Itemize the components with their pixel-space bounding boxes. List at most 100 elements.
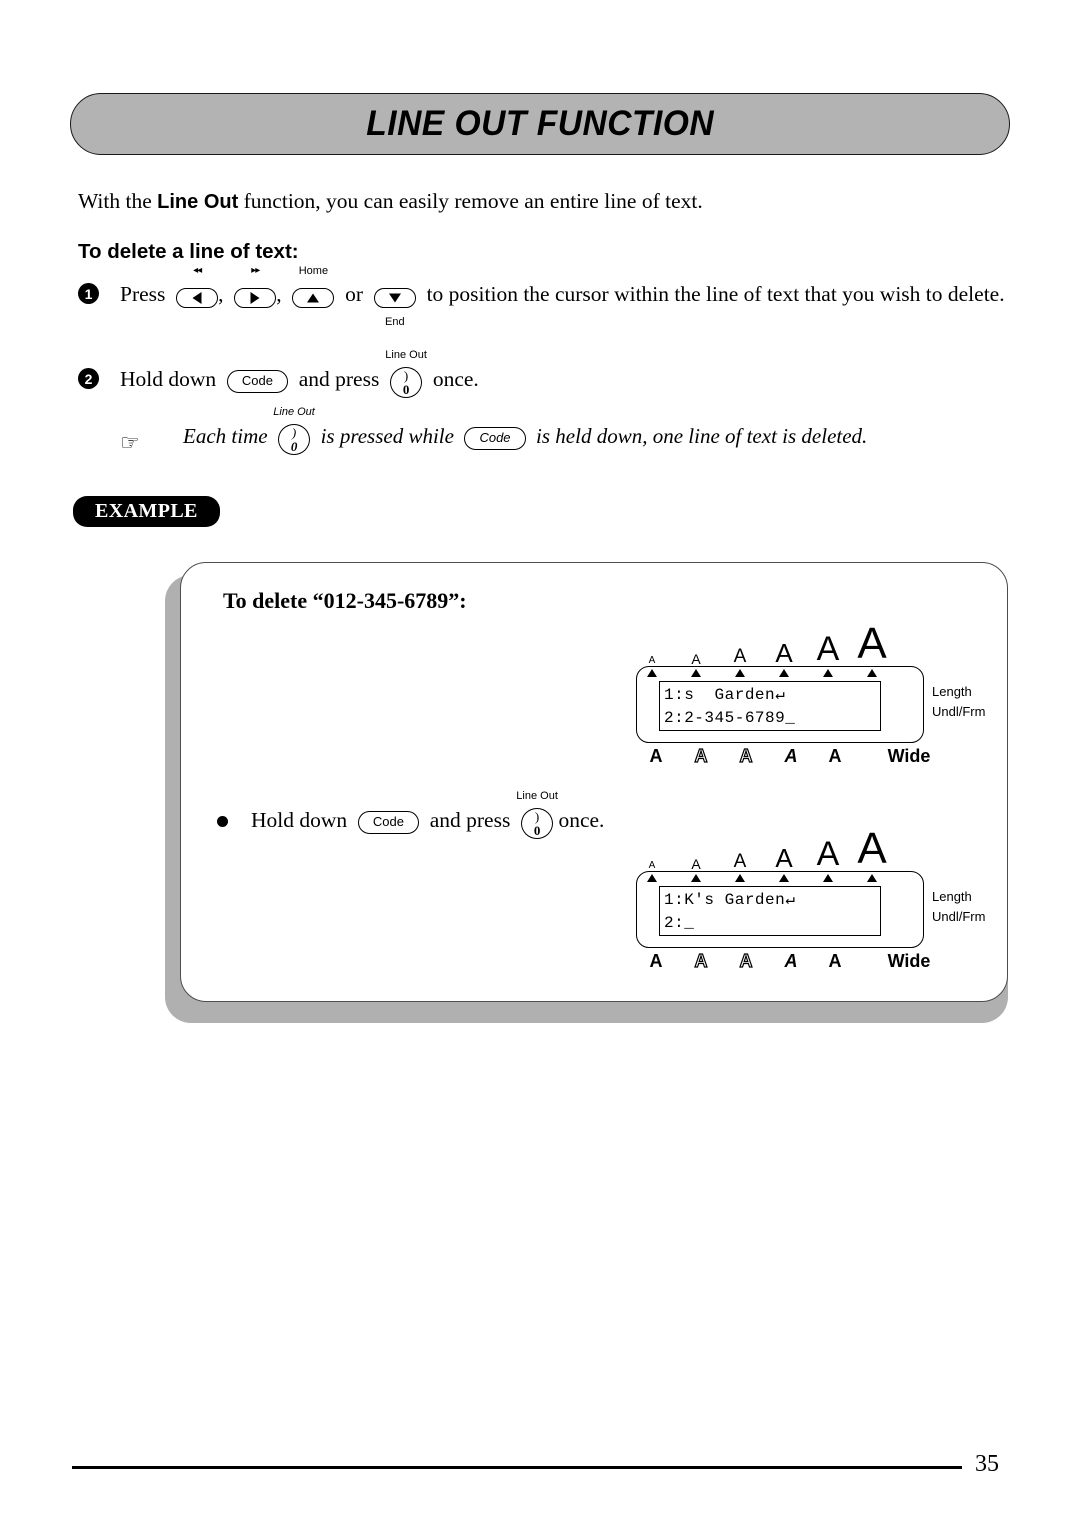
style-indicator-vertical: A: [828, 746, 842, 766]
size-marker-triangle: [691, 669, 701, 677]
example-key-code-button[interactable]: Code: [357, 810, 419, 834]
line-out-key-icon: ) 0: [390, 366, 423, 398]
step-2-body: Hold down Code and press Line Out ) 0 once…: [120, 349, 678, 398]
example-key-line-out-bottom: 0: [533, 823, 541, 839]
size-indicator: A: [816, 835, 840, 873]
step-1-text-after: to position the cursor within the line o…: [426, 282, 1005, 306]
size-indicator: A: [733, 646, 747, 667]
lcd-size-indicator-row-before: A A A A A A: [644, 618, 916, 668]
note-callout: ☞ Each time Line Out) 0 is pressed while …: [78, 406, 1013, 456]
size-indicator: A: [691, 651, 701, 667]
key-right-arrow[interactable]: ▸▸: [234, 265, 277, 313]
lcd-line-1: 1:s Garden↵: [664, 686, 786, 704]
size-indicator: A: [775, 638, 793, 668]
lcd-size-indicator-row-after: A A A A A A: [644, 823, 916, 873]
key-down-arrow-end[interactable]: End: [373, 280, 416, 328]
size-marker-triangle: [823, 669, 833, 677]
key-up-arrow-home[interactable]: Home: [292, 265, 335, 313]
step-2: 2 Hold down Code and press Line Out ) 0 on…: [78, 349, 678, 398]
note-part-2: is pressed while: [320, 424, 454, 448]
size-indicator: A: [648, 860, 656, 871]
size-indicator: A: [857, 619, 887, 668]
lcd-line-1: 1:K's Garden↵: [664, 891, 796, 909]
style-indicator-wide: Wide: [887, 951, 931, 971]
lcd-side-label: Length: [932, 889, 972, 904]
lcd-screen-after: 1:K's Garden↵ 2:_: [659, 886, 881, 936]
step-2-text-after: once.: [432, 367, 479, 391]
bullet-icon: [217, 816, 228, 827]
example-step-body: Hold down Code and press Line Out) 0 once…: [251, 790, 605, 840]
lcd-side-label: Length: [932, 684, 972, 699]
key-right-arrow-cap: ▸▸: [251, 264, 260, 276]
key-line-out[interactable]: Line Out ) 0: [385, 349, 427, 398]
example-line-out-key-icon: ) 0: [521, 808, 554, 840]
lcd-line-2: 2:2-345-6789_: [664, 709, 796, 727]
style-indicator-bold: A: [649, 746, 663, 766]
key-home-cap: Home: [298, 264, 329, 277]
page-title: LINE OUT FUNCTION: [366, 104, 714, 143]
note-key-code-button[interactable]: Code: [464, 426, 526, 450]
size-marker-triangle: [691, 874, 701, 882]
style-indicator-outline: A: [694, 745, 708, 766]
note-key-line-out-cap: Line Out: [273, 406, 315, 419]
example-step-after: once.: [558, 808, 605, 832]
key-left-arrow-cap: ◂◂: [193, 264, 202, 276]
style-indicator-outline: A: [694, 950, 708, 971]
page-title-banner: LINE OUT FUNCTION: [70, 93, 1010, 155]
step-2-text-before: Hold down: [120, 367, 217, 391]
lcd-marker-row-before: [644, 667, 916, 679]
size-marker-triangle: [779, 669, 789, 677]
step-1: 1 Press ◂◂, ▸▸, Home or End to position …: [78, 265, 1013, 328]
lcd-marker-row-after: [644, 872, 916, 884]
step-2-text-mid: and press: [298, 367, 380, 391]
note-key-line-out-top: ): [291, 425, 297, 441]
up-arrow-icon: [292, 287, 335, 308]
note-key-line-out[interactable]: Line Out) 0: [273, 406, 315, 456]
note-line-out-key-icon: ) 0: [278, 424, 311, 456]
note-body: Each time Line Out) 0 is pressed while Co…: [183, 406, 867, 456]
size-indicator: A: [648, 655, 656, 666]
lcd-bottom-indicator-row-before: A A A A A Wide: [644, 745, 934, 766]
right-arrow-icon: [234, 287, 277, 308]
key-code-button[interactable]: Code: [226, 369, 288, 393]
example-key-line-out[interactable]: Line Out) 0: [516, 790, 558, 840]
intro-after: function, you can easily remove an entir…: [238, 189, 703, 213]
key-end-cap: End: [385, 315, 405, 328]
size-marker-triangle: [647, 874, 657, 882]
size-marker-triangle: [647, 669, 657, 677]
size-indicator: A: [691, 856, 701, 872]
lcd-line-2: 2:_: [664, 914, 695, 932]
key-left-arrow[interactable]: ◂◂: [176, 265, 219, 313]
key-line-out-bottom: 0: [402, 381, 410, 397]
down-arrow-icon: [373, 287, 416, 308]
lcd-display-after: A A A A A A 1:K's Garden↵ 2:_ Length Und…: [636, 823, 996, 978]
step-1-comma-2: ,: [276, 282, 282, 306]
intro-bold-term: Line Out: [157, 191, 239, 213]
style-indicator-wide: Wide: [887, 746, 931, 766]
step-1-number: 1: [78, 283, 99, 304]
left-arrow-icon: [176, 287, 219, 308]
step-1-body: Press ◂◂, ▸▸, Home or End to position th…: [120, 265, 1013, 328]
lcd-screen-before: 1:s Garden↵ 2:2-345-6789_: [659, 681, 881, 731]
lcd-bottom-indicator-row-after: A A A A A Wide: [644, 950, 934, 971]
key-line-out-cap: Line Out: [385, 349, 427, 362]
style-indicator-vertical: A: [828, 951, 842, 971]
example-title: To delete “012-345-6789”:: [223, 588, 467, 613]
note-key-line-out-bottom: 0: [290, 439, 298, 455]
size-marker-triangle: [735, 669, 745, 677]
pointing-hand-icon: ☞: [120, 430, 140, 455]
intro-paragraph: With the Line Out function, you can easi…: [78, 187, 1008, 216]
lcd-side-label: Undl/Frm: [932, 704, 986, 719]
example-key-line-out-cap: Line Out: [516, 789, 558, 802]
size-marker-triangle: [867, 669, 877, 677]
size-indicator: A: [857, 824, 887, 873]
style-indicator-shadow: A: [739, 950, 753, 971]
style-indicator-bold: A: [649, 951, 663, 971]
example-step-before: Hold down: [251, 808, 348, 832]
example-badge: EXAMPLE: [73, 496, 220, 527]
style-indicator-shadow: A: [739, 745, 753, 766]
lcd-display-before: A A A A A A 1:s Garden↵ 2:2-345-6789_ Le…: [636, 618, 996, 773]
step-2-number: 2: [78, 368, 99, 389]
example-key-line-out-top: ): [534, 809, 540, 825]
size-marker-triangle: [779, 874, 789, 882]
